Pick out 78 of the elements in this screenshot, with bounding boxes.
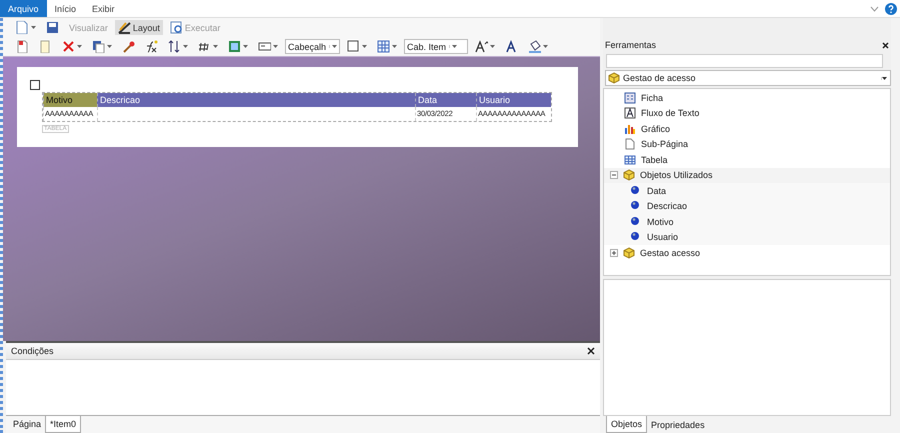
text-field-icon (258, 40, 271, 53)
page-icon (624, 138, 636, 150)
caret-icon (332, 45, 338, 48)
tree-item[interactable]: Data (604, 183, 890, 198)
tree-item[interactable]: Tabela (604, 152, 890, 168)
hash-icon (198, 40, 211, 53)
floppy-icon (46, 21, 59, 34)
text-icon (624, 107, 636, 120)
close-icon[interactable] (882, 42, 889, 48)
tree-item[interactable]: Objetos Utilizados (604, 168, 890, 183)
form-icon (624, 92, 636, 104)
menu-tab[interactable]: Arquivo (0, 0, 47, 17)
function-icon (145, 40, 158, 53)
column-header[interactable]: Motivo (43, 93, 97, 107)
panel-title: Condições (11, 346, 54, 356)
panel-title: Ferramentas (605, 40, 656, 50)
ruler-pencil-icon (118, 21, 131, 34)
caret-icon (452, 45, 458, 48)
move-handle-icon[interactable] (30, 80, 40, 90)
framed-square-icon (228, 40, 241, 53)
help-icon[interactable] (885, 2, 897, 14)
caret-icon (490, 45, 496, 48)
caret-icon (213, 45, 218, 48)
column-header[interactable]: Usuario (476, 93, 551, 107)
table-icon (624, 154, 636, 166)
bookmarked-page-icon (16, 40, 29, 53)
band-dropdown[interactable]: Cab. Item (404, 39, 468, 54)
expand-icon[interactable] (610, 248, 618, 257)
caret-icon (183, 45, 188, 48)
chevron-down-icon[interactable] (870, 6, 879, 12)
collapse-icon[interactable] (610, 171, 618, 180)
tree-item[interactable]: Usuario (604, 230, 890, 245)
sphere-icon (630, 216, 642, 228)
sheet-tab[interactable]: Página (9, 416, 46, 432)
caret-icon (543, 45, 548, 48)
panel-tab[interactable]: Propriedades (647, 416, 709, 433)
copy-icon (92, 40, 105, 53)
caret-icon (362, 45, 368, 48)
caret-icon (882, 76, 887, 80)
magnifier-page-icon (170, 21, 183, 34)
column-header[interactable]: Descricao (97, 93, 415, 107)
tree-item[interactable]: Ficha (604, 90, 890, 106)
column-header[interactable]: Data (415, 93, 476, 107)
tree-item[interactable]: Gestao acesso (604, 245, 890, 260)
tree-item[interactable]: Gráfico (604, 121, 890, 136)
cube-icon (608, 72, 620, 84)
section-dropdown[interactable]: Cabeçalh (285, 39, 340, 54)
search-field[interactable] (606, 54, 883, 68)
menu-tab[interactable]: Início (46, 0, 84, 17)
sort-arrows-icon (168, 40, 181, 53)
grid-icon (377, 40, 390, 53)
caret-icon (107, 45, 112, 48)
tree-item[interactable]: Motivo (604, 214, 890, 230)
menu-tab[interactable]: Exibir (84, 0, 123, 17)
tree-item[interactable]: Descricao (604, 198, 890, 214)
square-icon (347, 40, 360, 53)
sphere-icon (630, 184, 642, 197)
cube-icon (623, 169, 635, 182)
caret-icon (243, 45, 248, 48)
letter-icon (505, 40, 518, 53)
sheet-icon (39, 40, 52, 53)
cube-icon (623, 246, 635, 259)
caret-icon (31, 26, 36, 29)
caret-icon (273, 45, 278, 48)
source-dropdown[interactable]: Gestao de acesso (605, 70, 891, 86)
bar-chart-icon (624, 122, 636, 135)
document-icon (16, 21, 29, 34)
mode-button[interactable]: Layout (114, 20, 163, 35)
panel-tab[interactable]: Objetos (606, 416, 648, 433)
close-icon[interactable] (587, 347, 595, 355)
sheet-tab[interactable]: *Item0 (45, 416, 82, 433)
wand-icon (122, 40, 135, 53)
caret-icon (77, 45, 82, 48)
font-grow-icon (475, 40, 488, 53)
tree-item[interactable]: Fluxo de Texto (604, 106, 890, 121)
cross-icon (62, 40, 75, 53)
tree-item[interactable]: Sub-Página (604, 136, 890, 152)
caret-icon (392, 45, 398, 48)
